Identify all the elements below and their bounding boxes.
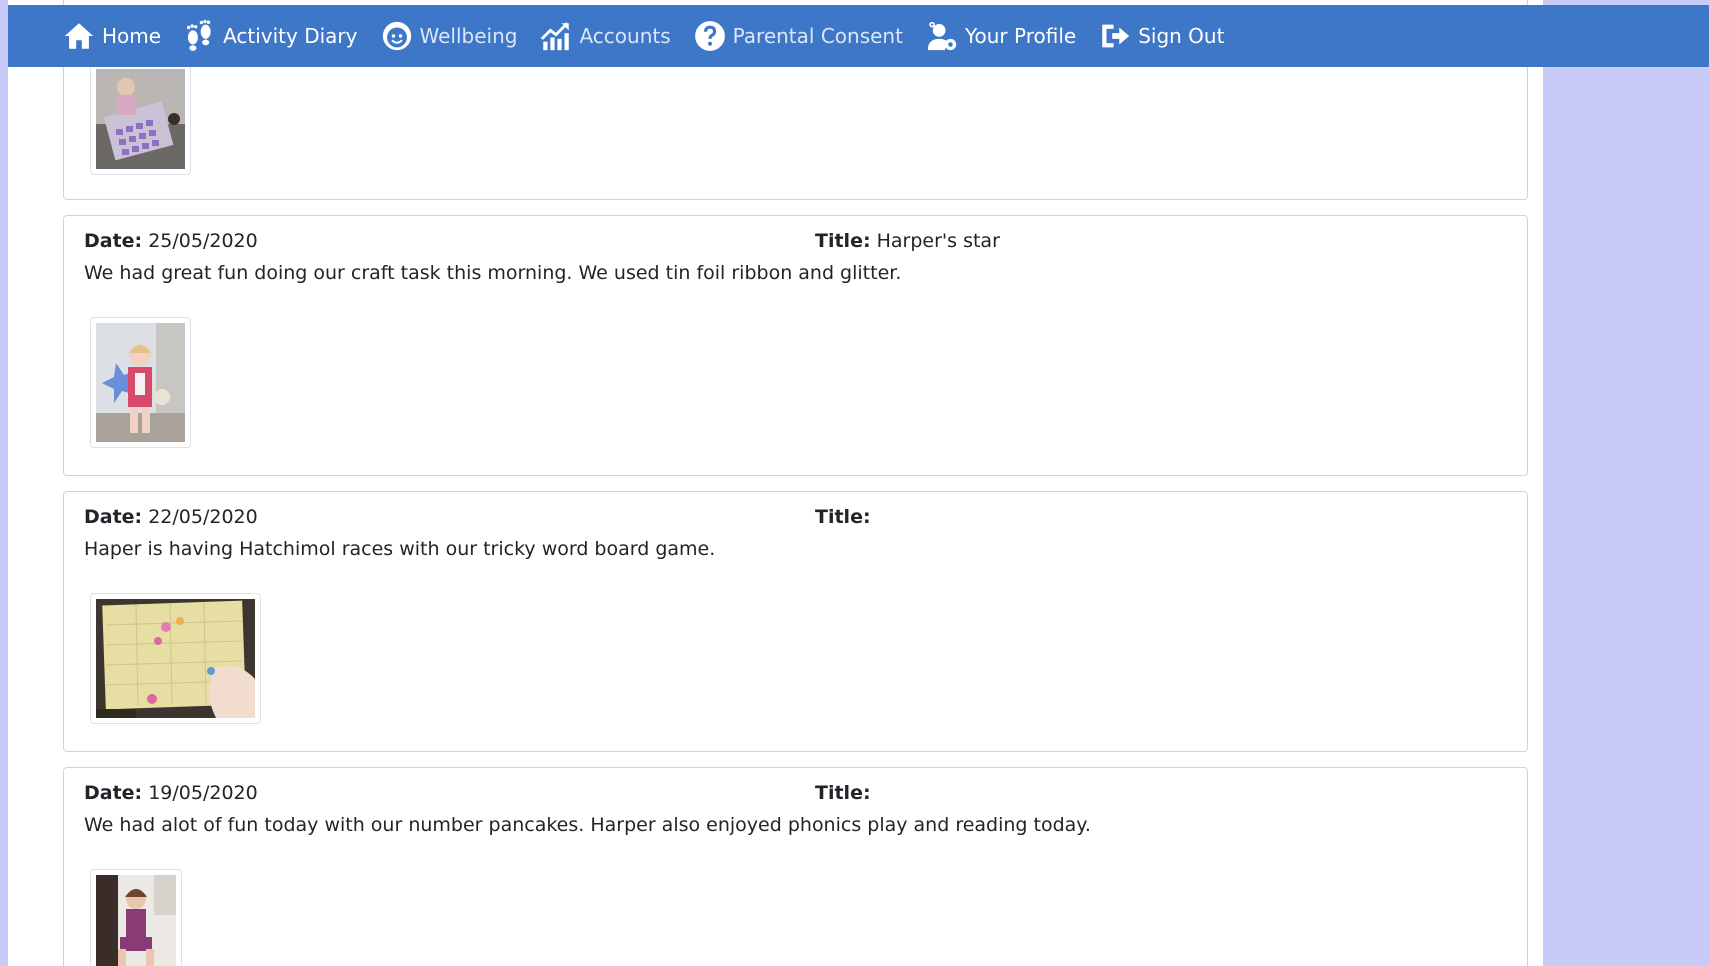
entry-photo-thumbnail[interactable] [90, 63, 191, 175]
entry-photo-thumbnail[interactable] [90, 317, 191, 448]
entry-date: Date: 25/05/2020 [84, 230, 258, 252]
nav-item-home[interactable]: Home [62, 19, 161, 53]
photo-child-with-cards [96, 69, 185, 169]
nav-item-label: Accounts [579, 24, 671, 48]
date-value: 19/05/2020 [148, 782, 258, 804]
sign-out-icon [1102, 24, 1130, 48]
entry-description: We had great fun doing our craft task th… [84, 262, 902, 284]
nav-item-parental-consent[interactable]: Parental Consent [693, 19, 903, 53]
title-value: Harper's star [876, 230, 1000, 252]
title-label: Title: [815, 506, 871, 528]
nav-item-accounts[interactable]: Accounts [539, 19, 671, 53]
home-icon [64, 23, 94, 49]
nav-item-label: Your Profile [964, 24, 1077, 48]
nav-item-your-profile[interactable]: Your Profile [925, 19, 1076, 53]
entry-description: Haper is having Hatchimol races with our… [84, 538, 716, 560]
nav-list: Home Activity Diary Wellbeing Accounts P… [8, 5, 1709, 67]
nav-item-label: Wellbeing [419, 24, 518, 48]
nav-item-sign-out[interactable]: Sign Out [1098, 19, 1224, 53]
entry-photo-thumbnail[interactable] [90, 869, 182, 966]
photo-child-with-star [96, 323, 185, 442]
photo-board-game [96, 599, 255, 718]
date-value: 22/05/2020 [148, 506, 258, 528]
nav-item-activity-diary[interactable]: Activity Diary [183, 19, 358, 53]
right-background-panel [1543, 0, 1709, 966]
entry-title: Title: [815, 782, 871, 804]
entry-photo-thumbnail[interactable] [90, 593, 261, 724]
title-label: Title: [815, 230, 871, 252]
smiley-face-icon [382, 21, 411, 51]
entry-date: Date: 22/05/2020 [84, 506, 258, 528]
date-value: 25/05/2020 [148, 230, 258, 252]
diary-entry-card: Date: 25/05/2020 Title: Harper's star We… [63, 215, 1528, 476]
nav-item-label: Activity Diary [223, 24, 358, 48]
entry-title: Title: [815, 506, 871, 528]
date-label: Date: [84, 506, 143, 528]
nav-item-label: Parental Consent [732, 24, 903, 48]
top-navbar: Home Activity Diary Wellbeing Accounts P… [8, 5, 1709, 67]
page: Date: 25/05/2020 Title: Harper's star We… [0, 0, 1709, 966]
footprints-icon [187, 19, 211, 51]
nav-item-label: Home [102, 24, 162, 48]
entry-description: We had alot of fun today with our number… [84, 814, 1091, 836]
photo-child-sitting [96, 875, 176, 966]
date-label: Date: [84, 782, 143, 804]
left-background-strip [0, 0, 8, 966]
diary-entry-card: Date: 22/05/2020 Title: Haper is having … [63, 491, 1528, 752]
nav-item-wellbeing[interactable]: Wellbeing [380, 19, 518, 53]
diary-entry-card: Date: 19/05/2020 Title: We had alot of f… [63, 767, 1528, 966]
nav-item-label: Sign Out [1138, 24, 1225, 48]
chart-up-icon [541, 22, 570, 51]
user-gear-icon [927, 21, 957, 51]
title-label: Title: [815, 782, 871, 804]
date-label: Date: [84, 230, 143, 252]
main-content: Date: 25/05/2020 Title: Harper's star We… [8, 0, 1543, 966]
entry-date: Date: 19/05/2020 [84, 782, 258, 804]
entry-title: Title: Harper's star [815, 230, 1000, 252]
question-circle-icon [694, 21, 725, 51]
